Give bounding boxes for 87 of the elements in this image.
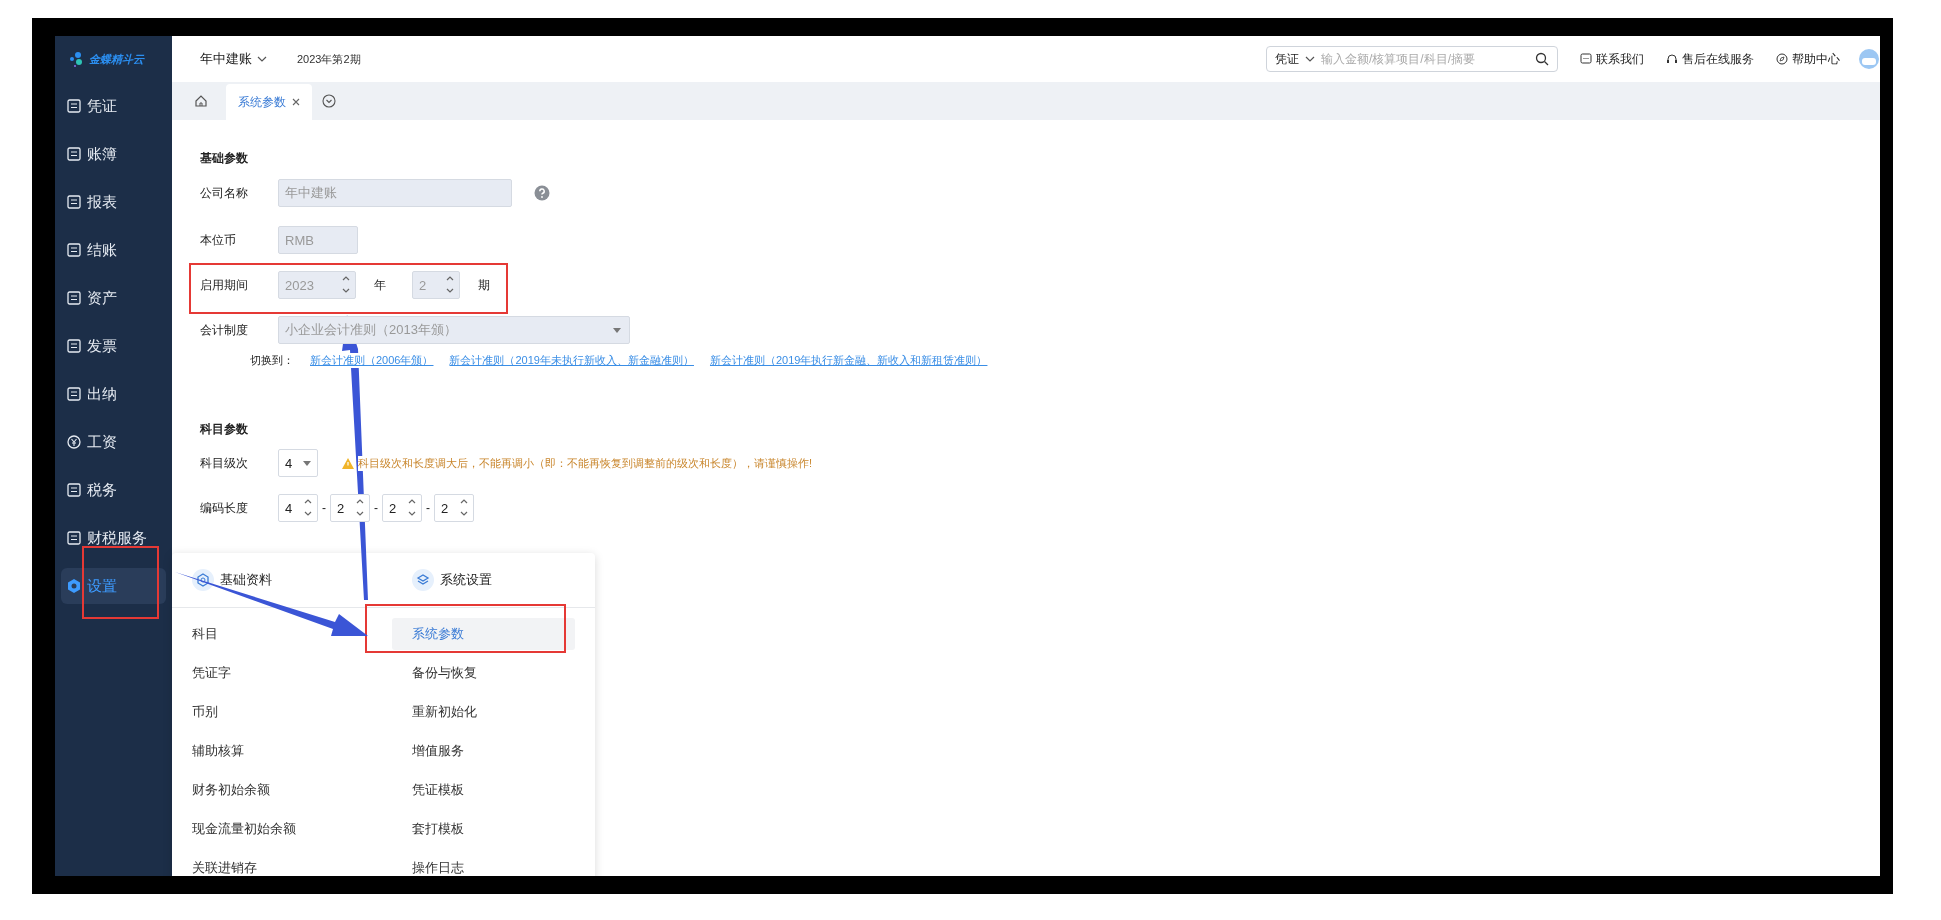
menu-item[interactable]: 凭证字: [172, 657, 372, 689]
dropdown-arrow-icon: [613, 328, 621, 334]
sidebar-item[interactable]: 工资: [61, 424, 166, 460]
document-icon: [67, 531, 81, 545]
menu-item[interactable]: 操作日志: [392, 852, 575, 876]
compass-icon: [1776, 53, 1788, 65]
document-icon: [67, 99, 81, 113]
field-label: 公司名称: [200, 184, 249, 202]
code-length-field[interactable]: 2: [330, 494, 370, 522]
sidebar-item[interactable]: 结账: [61, 232, 166, 268]
menu-item[interactable]: 币别: [172, 696, 372, 728]
sidebar-item[interactable]: 税务: [61, 472, 166, 508]
level-select[interactable]: 4: [278, 449, 318, 477]
section-title: 基础参数: [200, 150, 249, 167]
separator: -: [322, 501, 326, 515]
document-icon: [67, 291, 81, 305]
menu-item[interactable]: 财务初始余额: [172, 774, 372, 806]
close-icon[interactable]: [292, 98, 300, 106]
field-label: 会计制度: [200, 321, 249, 339]
menu-item[interactable]: 重新初始化: [392, 696, 575, 728]
menu-item[interactable]: 增值服务: [392, 735, 575, 767]
logo-icon: [69, 51, 85, 67]
unit-label: 期: [478, 276, 490, 294]
menu-item[interactable]: 辅助核算: [172, 735, 372, 767]
sidebar-item[interactable]: 账簿: [61, 136, 166, 172]
standard-link[interactable]: 新会计准则（2006年颁）: [310, 352, 434, 368]
dropdown-arrow-icon: [303, 461, 311, 467]
warning-text: 科目级次和长度调大后，不能再调小（即：不能再恢复到调整前的级次和长度），请谨慎操作!: [358, 455, 813, 471]
yen-icon: [67, 435, 81, 449]
separator: -: [426, 501, 430, 515]
field-label: 科目级次: [200, 454, 249, 472]
sidebar-item[interactable]: 财税服务: [61, 520, 166, 556]
sidebar-item[interactable]: 资产: [61, 280, 166, 316]
document-icon: [67, 243, 81, 257]
document-icon: [67, 339, 81, 353]
menu-item[interactable]: 关联进销存: [172, 852, 372, 876]
chat-icon: [1580, 53, 1592, 65]
section-title: 科目参数: [200, 421, 249, 438]
warning-icon: [342, 457, 354, 469]
switch-label: 切换到：: [250, 352, 294, 368]
gear-icon: [192, 569, 214, 591]
sidebar-item[interactable]: 报表: [61, 184, 166, 220]
gear-icon: [67, 579, 81, 593]
chevron-circle-icon[interactable]: [322, 94, 336, 108]
document-icon: [67, 195, 81, 209]
search-field[interactable]: 凭证 输入金额/核算项目/科目/摘要: [1266, 46, 1558, 72]
unit-label: 年: [374, 276, 386, 294]
headset-icon: [1666, 53, 1678, 65]
document-icon: [67, 147, 81, 161]
menu-item[interactable]: 套打模板: [392, 813, 575, 845]
code-length-field[interactable]: 2: [382, 494, 422, 522]
menu-item[interactable]: 凭证模板: [392, 774, 575, 806]
sidebar-item[interactable]: 凭证: [61, 88, 166, 124]
menu-group-title: 基础资料: [220, 571, 272, 589]
layers-icon: [412, 569, 434, 591]
standard-link[interactable]: 新会计准则（2019年执行新金融、新收入和新租赁准则）: [709, 352, 988, 368]
current-period: 2023年第2期: [297, 51, 361, 67]
sidebar-item[interactable]: 设置: [61, 568, 166, 604]
standard-link[interactable]: 新会计准则（2019年未执行新收入、新金融准则）: [449, 352, 694, 368]
menu-item[interactable]: 科目: [172, 618, 372, 650]
sidebar-item[interactable]: 出纳: [61, 376, 166, 412]
code-length-field[interactable]: 2: [434, 494, 474, 522]
account-book-selector[interactable]: 年中建账: [200, 50, 267, 68]
help-icon[interactable]: [534, 185, 550, 201]
chevron-down-icon: [1305, 54, 1315, 64]
document-icon: [67, 387, 81, 401]
menu-group-title: 系统设置: [440, 571, 492, 589]
header-link[interactable]: 帮助中心: [1776, 50, 1840, 68]
field-label: 编码长度: [200, 499, 249, 517]
chevron-down-icon: [257, 54, 267, 64]
menu-item[interactable]: 备份与恢复: [392, 657, 575, 689]
tab[interactable]: 系统参数: [226, 84, 312, 120]
separator: -: [374, 501, 378, 515]
sidebar-item[interactable]: 发票: [61, 328, 166, 364]
search-scope[interactable]: 凭证: [1275, 50, 1299, 68]
logo-text: 金蝶精斗云: [89, 51, 144, 67]
document-icon: [67, 483, 81, 497]
field-label: 启用期间: [200, 276, 249, 294]
menu-item[interactable]: 现金流量初始余额: [172, 813, 372, 845]
search-placeholder: 输入金额/核算项目/科目/摘要: [1321, 50, 1476, 68]
header-link[interactable]: 联系我们: [1580, 50, 1644, 68]
menu-item[interactable]: 系统参数: [392, 618, 575, 650]
search-icon: [1535, 52, 1549, 66]
header-link[interactable]: 售后在线服务: [1666, 50, 1754, 68]
code-length-field[interactable]: 4: [278, 494, 318, 522]
home-icon[interactable]: [194, 94, 208, 108]
field-label: 本位币: [200, 231, 237, 249]
